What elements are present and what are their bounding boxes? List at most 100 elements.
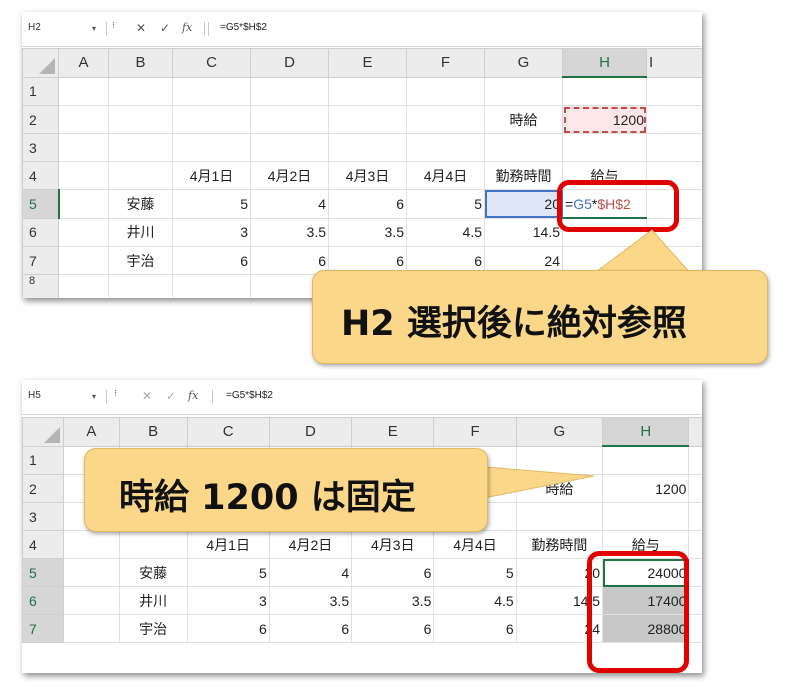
formula-input[interactable]: =G5*$H$2 bbox=[220, 22, 267, 33]
cell-h2-hourly-wage[interactable]: 1200 bbox=[602, 474, 690, 503]
select-all-corner[interactable] bbox=[22, 417, 65, 447]
cell-value[interactable]: 6 bbox=[172, 246, 251, 275]
row-header[interactable]: 8 bbox=[22, 274, 59, 298]
row-header[interactable]: 1 bbox=[22, 76, 59, 106]
check-icon[interactable]: ✓ bbox=[160, 21, 170, 35]
row-header[interactable]: 4 bbox=[22, 530, 65, 559]
column-header[interactable]: C bbox=[186, 417, 270, 447]
row-header-selected[interactable]: 6 bbox=[22, 586, 65, 615]
cell[interactable] bbox=[328, 105, 407, 134]
column-header[interactable]: A bbox=[58, 48, 109, 78]
cell[interactable] bbox=[108, 105, 173, 134]
chevron-down-icon[interactable]: ▾ bbox=[92, 392, 96, 401]
cell[interactable] bbox=[688, 586, 702, 615]
cell-value[interactable]: 14.5 bbox=[484, 217, 563, 247]
cell[interactable] bbox=[118, 530, 188, 559]
column-header-selected[interactable]: H bbox=[562, 48, 647, 78]
cell-value[interactable]: 6 bbox=[351, 614, 435, 643]
cell-name[interactable]: 宇治 bbox=[108, 246, 173, 275]
cell-name[interactable]: 安藤 bbox=[118, 558, 188, 587]
cell-date[interactable]: 4月4日 bbox=[433, 530, 517, 559]
cell[interactable] bbox=[406, 105, 485, 134]
column-header[interactable]: I bbox=[646, 48, 702, 78]
row-header[interactable]: 3 bbox=[22, 133, 59, 162]
cell[interactable] bbox=[602, 502, 690, 531]
row-header-selected[interactable]: 5 bbox=[22, 189, 60, 219]
row-header[interactable]: 7 bbox=[22, 246, 59, 275]
cell[interactable] bbox=[58, 217, 109, 247]
cell[interactable] bbox=[562, 133, 647, 162]
cell-g5-referenced[interactable]: 20 bbox=[484, 189, 563, 219]
cell[interactable] bbox=[688, 474, 702, 503]
cell-value[interactable]: 6 bbox=[328, 189, 407, 219]
cell[interactable] bbox=[108, 161, 173, 190]
cell[interactable] bbox=[172, 105, 251, 134]
row-header[interactable]: 6 bbox=[22, 217, 59, 247]
cell[interactable] bbox=[250, 105, 329, 134]
cell[interactable] bbox=[406, 76, 485, 106]
cell[interactable] bbox=[108, 133, 173, 162]
cancel-icon[interactable]: ✕ bbox=[136, 21, 146, 35]
column-header[interactable]: B bbox=[108, 48, 173, 78]
select-all-corner[interactable] bbox=[22, 48, 59, 78]
cell[interactable] bbox=[108, 274, 173, 298]
cell-date[interactable]: 4月3日 bbox=[351, 530, 435, 559]
column-header[interactable]: B bbox=[118, 417, 188, 447]
cell-value[interactable]: 4 bbox=[268, 558, 353, 587]
row-header[interactable]: 1 bbox=[22, 445, 65, 475]
cell[interactable] bbox=[688, 558, 702, 587]
cell[interactable] bbox=[562, 76, 647, 106]
cell[interactable] bbox=[328, 76, 407, 106]
cell[interactable] bbox=[688, 445, 702, 475]
function-icon[interactable]: fx bbox=[188, 389, 198, 402]
column-header[interactable]: E bbox=[351, 417, 435, 447]
cell[interactable] bbox=[602, 445, 690, 475]
column-header[interactable]: C bbox=[172, 48, 251, 78]
cell[interactable] bbox=[63, 558, 120, 587]
cell[interactable] bbox=[328, 133, 407, 162]
cell-value[interactable]: 6 bbox=[250, 246, 329, 275]
cell[interactable] bbox=[58, 161, 109, 190]
cell-hours-header[interactable]: 勤務時間 bbox=[484, 161, 563, 190]
column-header[interactable]: D bbox=[268, 417, 353, 447]
cell-value[interactable]: 4 bbox=[250, 189, 329, 219]
row-header[interactable]: 2 bbox=[22, 105, 59, 134]
cell-date[interactable]: 4月1日 bbox=[186, 530, 270, 559]
cell[interactable] bbox=[250, 133, 329, 162]
column-header[interactable]: G bbox=[484, 48, 563, 78]
cell[interactable] bbox=[58, 189, 109, 219]
column-header-selected[interactable]: H bbox=[602, 417, 690, 447]
cell-value[interactable]: 3 bbox=[172, 217, 251, 247]
cell-value[interactable]: 6 bbox=[433, 614, 517, 643]
cell[interactable] bbox=[172, 133, 251, 162]
cell[interactable] bbox=[484, 133, 563, 162]
column-header[interactable]: A bbox=[63, 417, 120, 447]
cell-name[interactable]: 井川 bbox=[108, 217, 173, 247]
cell[interactable] bbox=[688, 614, 702, 643]
cell[interactable] bbox=[58, 246, 109, 275]
row-header-selected[interactable]: 7 bbox=[22, 614, 65, 643]
cell-h2-hourly-wage[interactable]: 1200 bbox=[562, 105, 647, 134]
cell[interactable] bbox=[58, 76, 109, 106]
cell-date[interactable]: 4月4日 bbox=[406, 161, 485, 190]
row-header-selected[interactable]: 5 bbox=[22, 558, 65, 587]
cell[interactable] bbox=[58, 133, 109, 162]
cell[interactable] bbox=[108, 76, 173, 106]
cell[interactable] bbox=[63, 530, 120, 559]
column-header[interactable]: F bbox=[406, 48, 485, 78]
cell-value[interactable]: 3 bbox=[186, 586, 270, 615]
cell-g2-label[interactable]: 時給 bbox=[484, 105, 563, 134]
column-header[interactable]: G bbox=[515, 417, 604, 447]
column-header[interactable]: F bbox=[433, 417, 517, 447]
column-header[interactable]: D bbox=[250, 48, 329, 78]
cell-value[interactable]: 3.5 bbox=[250, 217, 329, 247]
cell[interactable] bbox=[58, 105, 109, 134]
column-header[interactable] bbox=[688, 417, 702, 447]
cell-date[interactable]: 4月2日 bbox=[268, 530, 353, 559]
row-header[interactable]: 2 bbox=[22, 474, 65, 503]
cell[interactable] bbox=[250, 76, 329, 106]
cell-value[interactable]: 6 bbox=[351, 558, 435, 587]
row-header[interactable]: 3 bbox=[22, 502, 65, 531]
function-icon[interactable]: fx bbox=[182, 21, 192, 34]
cell-value[interactable]: 3.5 bbox=[328, 217, 407, 247]
